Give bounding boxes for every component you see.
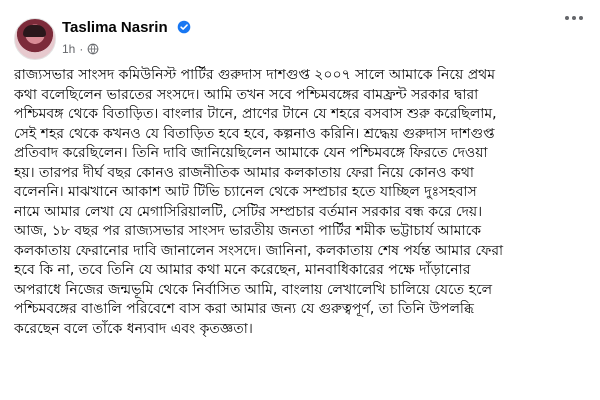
- post-text-line: সেই শহর থেকে কখনও যে বিতাড়িত হবে হবে, ক…: [14, 125, 495, 142]
- post-text-line: রাজ্যসভার সাংসদ কমিউনিস্ট পার্টির গুরুদা…: [14, 67, 495, 83]
- post-text-line: হয়। তারপর দীর্ঘ বছর কোনও রাজনীতিক আমার …: [14, 164, 474, 181]
- globe-icon[interactable]: [87, 43, 99, 55]
- meta-separator: ·: [79, 42, 84, 56]
- author-name[interactable]: Taslima Nasrin: [62, 19, 168, 36]
- post-text-line: অপরাধে নিজের জন্মভূমি থেকে নির্বাসিত আমি…: [14, 281, 493, 298]
- post-header: Taslima Nasrin 1h ·: [14, 16, 586, 62]
- verified-badge-icon: [177, 20, 191, 34]
- post-text-line: নামে আমার লেখা যে মেগাসিরিয়ালটি, সেটির …: [14, 203, 483, 220]
- post-text-line: পশ্চিমবঙ্গের বাঙালি পরিবেশে বাস করা আমার…: [14, 301, 474, 317]
- facebook-post: Taslima Nasrin 1h · রাজ্যসভার সাংসদ কমিউ…: [0, 0, 600, 400]
- post-text-line: কলকাতায় ফেরানোর দাবি জানালেন সংসদে। জান…: [14, 242, 504, 259]
- post-text-line: হবে কি না, তবে তিনি যে আমার কথা মনে করেছ…: [14, 262, 471, 278]
- post-text-line: আজ, ১৮ বছর পর রাজ্যসভার সাংসদ ভারতীয় জন…: [14, 223, 482, 239]
- post-text-line: কথা বলেছিলেন ভারতের সংসদে। আমি তখন সবে প…: [14, 86, 479, 103]
- post-meta: 1h ·: [62, 42, 99, 56]
- post-text-line: প্রতিবাদ করেছিলেন। তিনি দাবি জানিয়েছিলে…: [14, 145, 488, 161]
- avatar[interactable]: [14, 18, 56, 60]
- post-text-line: বলেননি। মাঝখানে আকাশ আট টিভি চ্যানেল থেক…: [14, 184, 477, 200]
- post-timestamp[interactable]: 1h: [62, 42, 75, 56]
- post-text-line: করেছেন বলে তাঁকে ধন্যবাদ এবং কৃতজ্ঞতা।: [14, 320, 253, 337]
- post-text-line: পশ্চিমবঙ্গ থেকে বিতাড়িত। বাংলার টানে, প…: [14, 106, 497, 122]
- more-options-icon[interactable]: [562, 8, 586, 28]
- author-name-row[interactable]: Taslima Nasrin: [62, 19, 191, 37]
- post-body: রাজ্যসভার সাংসদ কমিউনিস্ট পার্টির গুরুদা…: [14, 66, 580, 339]
